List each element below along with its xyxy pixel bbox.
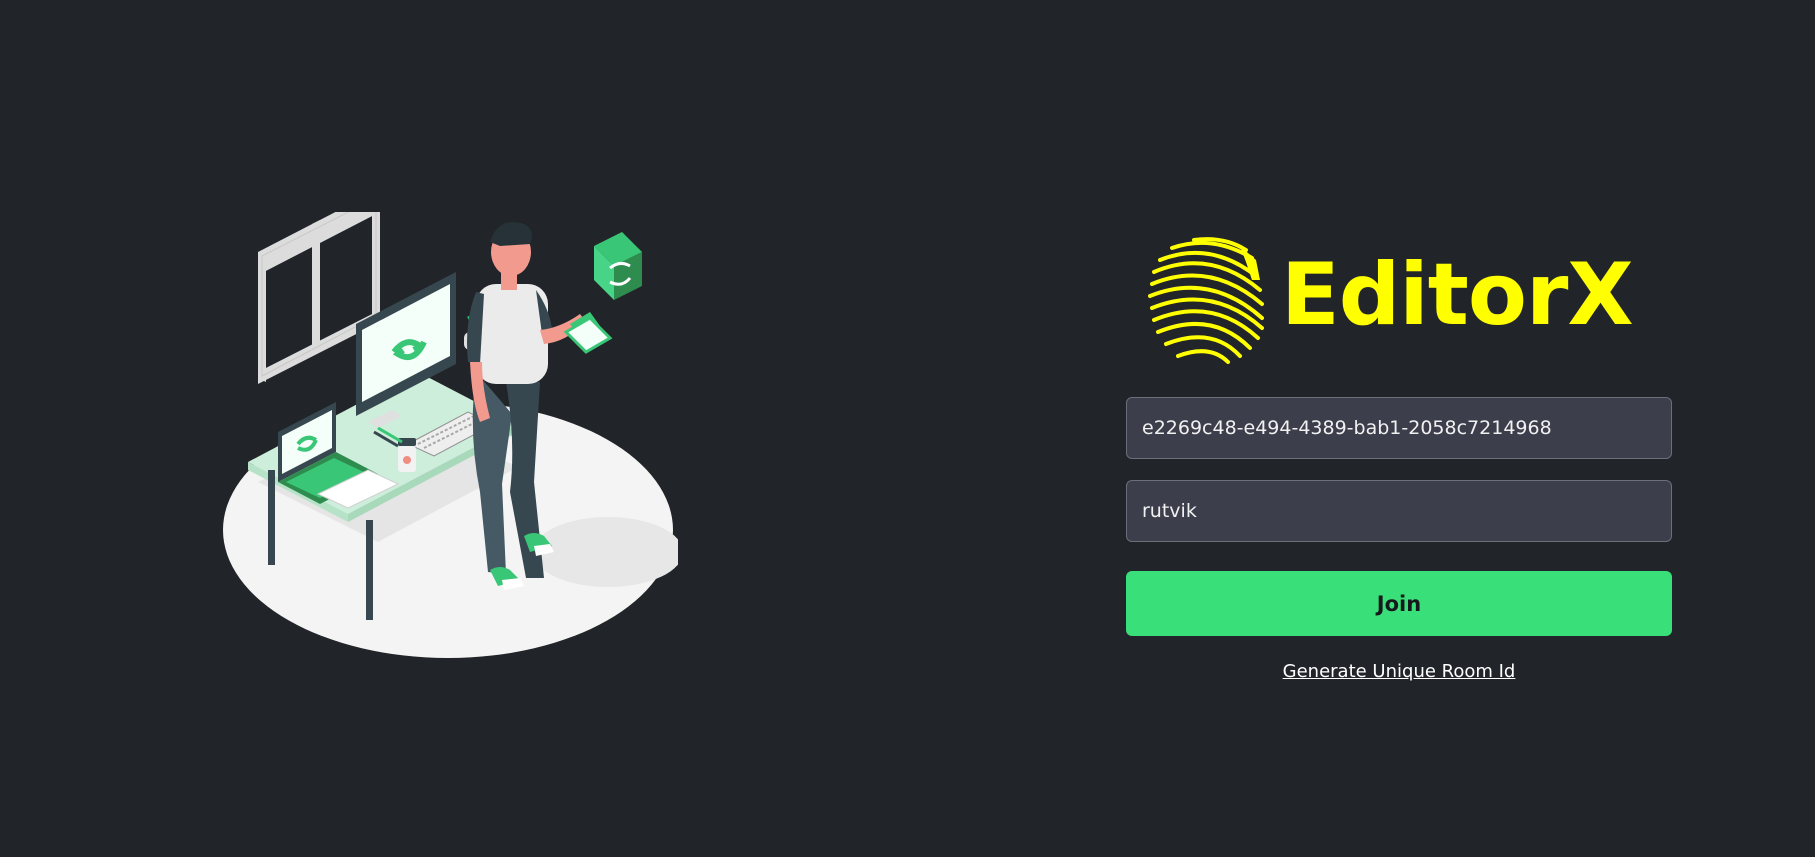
username-input[interactable] bbox=[1126, 480, 1672, 542]
brand-header: EditorX bbox=[1148, 236, 1648, 366]
person-at-desk-illustration bbox=[218, 212, 678, 672]
join-room-page: EditorX Join Generate Unique Room Id bbox=[0, 0, 1815, 857]
join-button[interactable]: Join bbox=[1126, 571, 1672, 636]
generate-room-id-link[interactable]: Generate Unique Room Id bbox=[1126, 661, 1672, 682]
brand-name: EditorX bbox=[1281, 245, 1634, 345]
room-id-input[interactable] bbox=[1126, 397, 1672, 459]
fingerprint-logo-icon bbox=[1148, 237, 1264, 364]
